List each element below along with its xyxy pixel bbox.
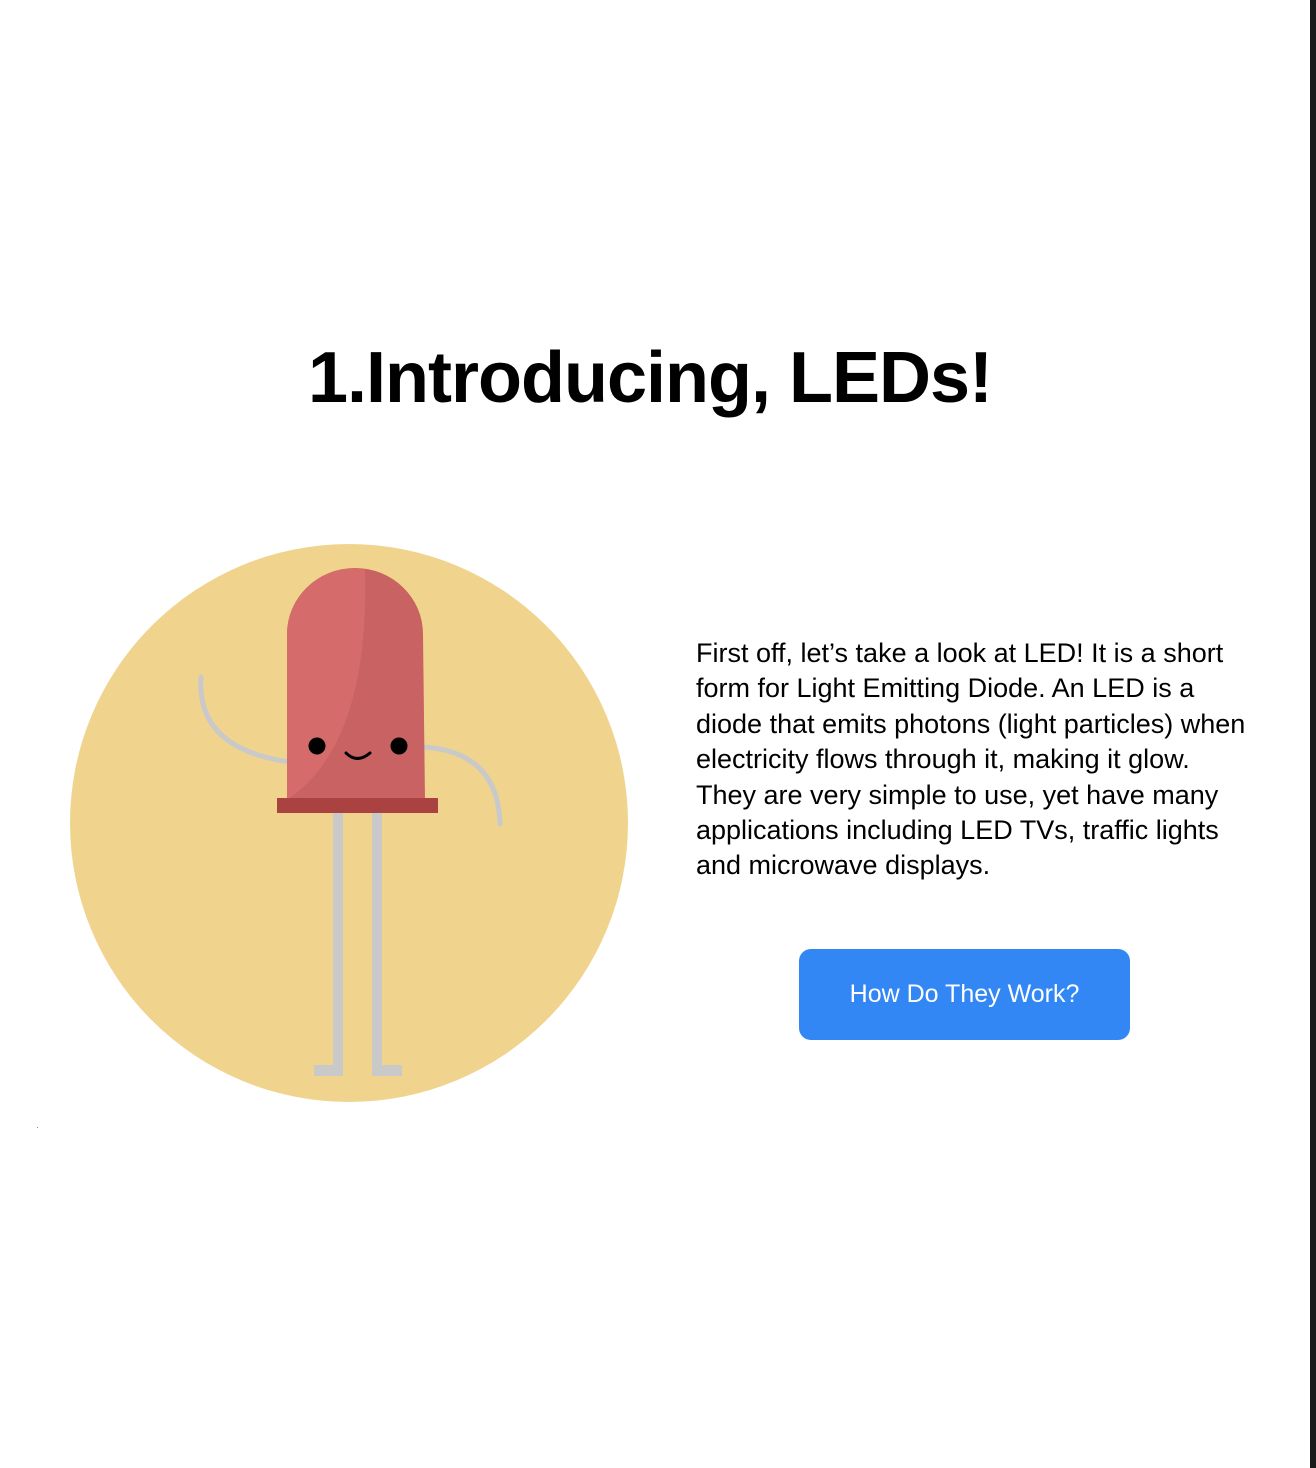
led-illustration xyxy=(70,544,628,1102)
right-foot xyxy=(372,1065,402,1076)
right-leg xyxy=(372,810,382,1074)
left-eye xyxy=(308,737,326,755)
how-do-they-work-button[interactable]: How Do They Work? xyxy=(799,949,1130,1040)
artifact-dot xyxy=(37,1127,38,1128)
window-edge xyxy=(1310,0,1316,1468)
left-foot xyxy=(314,1065,343,1076)
bulb-base xyxy=(277,798,438,813)
right-eye xyxy=(390,737,408,755)
left-leg xyxy=(333,810,343,1074)
led-character-icon xyxy=(70,544,628,1102)
page-title: 1.Introducing, LEDs! xyxy=(307,338,993,418)
intro-paragraph: First off, let’s take a look at LED! It … xyxy=(696,638,1246,881)
